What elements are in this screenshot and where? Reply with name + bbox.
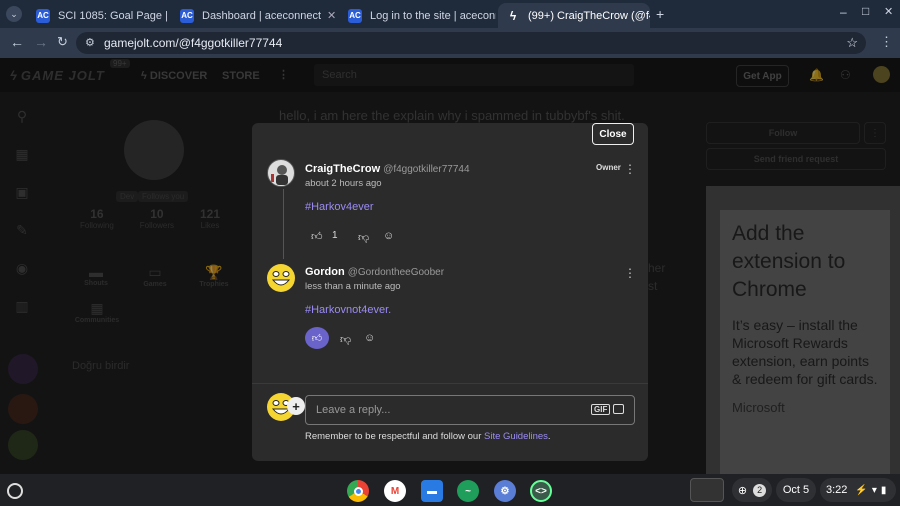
- add-reaction-icon[interactable]: ☺: [383, 230, 394, 242]
- holding-space-thumbnail[interactable]: [690, 478, 724, 502]
- minimize-button[interactable]: –: [840, 5, 847, 19]
- messenger-icon[interactable]: ~: [457, 480, 479, 502]
- tab-title: SCI 1085: Goal Page | aceconn: [58, 9, 168, 22]
- reload-icon[interactable]: ↻: [57, 34, 68, 50]
- gif-button[interactable]: GIF: [591, 404, 611, 415]
- tab-dashboard[interactable]: AC Dashboard | aceconnect ✕: [172, 3, 338, 28]
- clock: 3:22: [826, 484, 848, 496]
- gamejolt-favicon-icon: ϟ: [506, 8, 520, 23]
- launcher-icon[interactable]: [7, 483, 23, 499]
- thumbs-up-icon: 👍︎: [311, 333, 323, 344]
- reply-input[interactable]: Leave a reply...: [305, 395, 635, 425]
- notification-count: 2: [753, 483, 767, 497]
- comment-options-icon[interactable]: ⋮: [624, 162, 636, 176]
- tab-search-button[interactable]: ⌄: [6, 6, 22, 22]
- status-area[interactable]: 3:22 ⚡ ▾ ▮: [820, 478, 896, 502]
- guidelines-prefix: Remember to be respectful and follow our: [305, 431, 485, 442]
- files-icon[interactable]: ▬: [421, 480, 443, 502]
- add-reaction-icon[interactable]: ☺: [364, 332, 375, 344]
- emoji-picker-icon[interactable]: [613, 404, 624, 414]
- notification-center-button[interactable]: ⊕ 2: [732, 478, 772, 502]
- author-handle: @f4ggotkiller77744: [383, 164, 470, 175]
- thumbs-down-icon[interactable]: 👎︎: [358, 231, 369, 244]
- thumbs-down-icon[interactable]: 👎︎: [340, 333, 351, 346]
- do-not-disturb-icon: ⚡: [855, 484, 868, 496]
- comment-author[interactable]: CraigTheCrow @f4ggotkiller77744: [305, 163, 470, 175]
- thread-line: [283, 189, 284, 259]
- epic-face-icon: [268, 265, 294, 291]
- reply-placeholder: Leave a reply...: [316, 404, 391, 416]
- gmail-icon[interactable]: M: [384, 480, 406, 502]
- site-info-icon[interactable]: ⚙: [85, 36, 95, 49]
- guidelines-suffix: .: [547, 431, 551, 442]
- tab-strip: ⌄ AC SCI 1085: Goal Page | aceconn ✕ AC …: [0, 0, 900, 28]
- aceconnect-favicon-icon: AC: [180, 8, 194, 23]
- site-guidelines-link[interactable]: Site Guidelines: [484, 431, 548, 442]
- maximize-button[interactable]: □: [862, 4, 869, 18]
- close-window-button[interactable]: ✕: [884, 5, 893, 18]
- gordon-avatar[interactable]: [267, 264, 295, 292]
- comment-time[interactable]: about 2 hours ago: [305, 178, 382, 189]
- battery-icon: ▮: [880, 484, 887, 496]
- settings-icon[interactable]: ⚙: [494, 480, 516, 502]
- author-name: Gordon: [305, 266, 345, 278]
- close-button[interactable]: Close: [592, 123, 634, 145]
- comment-time[interactable]: less than a minute ago: [305, 281, 401, 292]
- terminal-app-icon[interactable]: <>: [530, 480, 552, 502]
- plus-icon: ⊕: [737, 484, 748, 497]
- owner-badge: Owner: [596, 163, 621, 172]
- close-icon[interactable]: ✕: [321, 9, 336, 22]
- comment-author[interactable]: Gordon @GordontheeGoober: [305, 266, 444, 278]
- wifi-icon: ▾: [871, 484, 877, 496]
- chrome-icon[interactable]: [347, 480, 369, 502]
- author-name: CraigTheCrow: [305, 163, 381, 175]
- divider: [252, 383, 648, 384]
- url-text: gamejolt.com/@f4ggotkiller77744: [104, 36, 283, 50]
- comment-text[interactable]: #Harkovnot4ever.: [305, 304, 391, 316]
- bookmark-star-icon[interactable]: ☆: [846, 35, 858, 51]
- add-attachment-button[interactable]: +: [287, 397, 305, 415]
- comment-options-icon[interactable]: ⋮: [624, 266, 636, 280]
- date-display[interactable]: Oct 5: [776, 478, 816, 502]
- back-icon[interactable]: ←: [10, 34, 24, 50]
- address-bar[interactable]: ⚙ gamejolt.com/@f4ggotkiller77744 ☆: [76, 32, 866, 54]
- comment-text[interactable]: #Harkov4ever: [305, 201, 373, 213]
- author-handle: @GordontheeGoober: [347, 267, 445, 278]
- aceconnect-favicon-icon: AC: [36, 8, 50, 23]
- like-button-active[interactable]: 👍︎: [305, 327, 329, 349]
- tab-sci[interactable]: AC SCI 1085: Goal Page | aceconn ✕: [28, 3, 168, 28]
- guidelines-notice: Remember to be respectful and follow our…: [305, 431, 551, 442]
- thumbs-up-icon[interactable]: 👍︎: [311, 230, 323, 243]
- browser-menu-icon[interactable]: ⋮: [880, 34, 893, 50]
- tab-title: (99+) CraigTheCrow (@f4ggotl: [528, 9, 650, 22]
- forward-icon[interactable]: →: [34, 34, 48, 50]
- tab-gamejolt[interactable]: ϟ (99+) CraigTheCrow (@f4ggotl ✕: [498, 3, 650, 28]
- aceconnect-favicon-icon: AC: [348, 8, 362, 23]
- tab-title: Dashboard | aceconnect: [202, 9, 322, 22]
- like-count[interactable]: 1: [332, 230, 338, 241]
- new-tab-button[interactable]: +: [656, 6, 664, 22]
- tab-login[interactable]: AC Log in to the site | aceconnect ✕: [340, 3, 496, 28]
- craigthecrow-avatar[interactable]: [267, 159, 295, 187]
- tab-title: Log in to the site | aceconnect: [370, 9, 496, 22]
